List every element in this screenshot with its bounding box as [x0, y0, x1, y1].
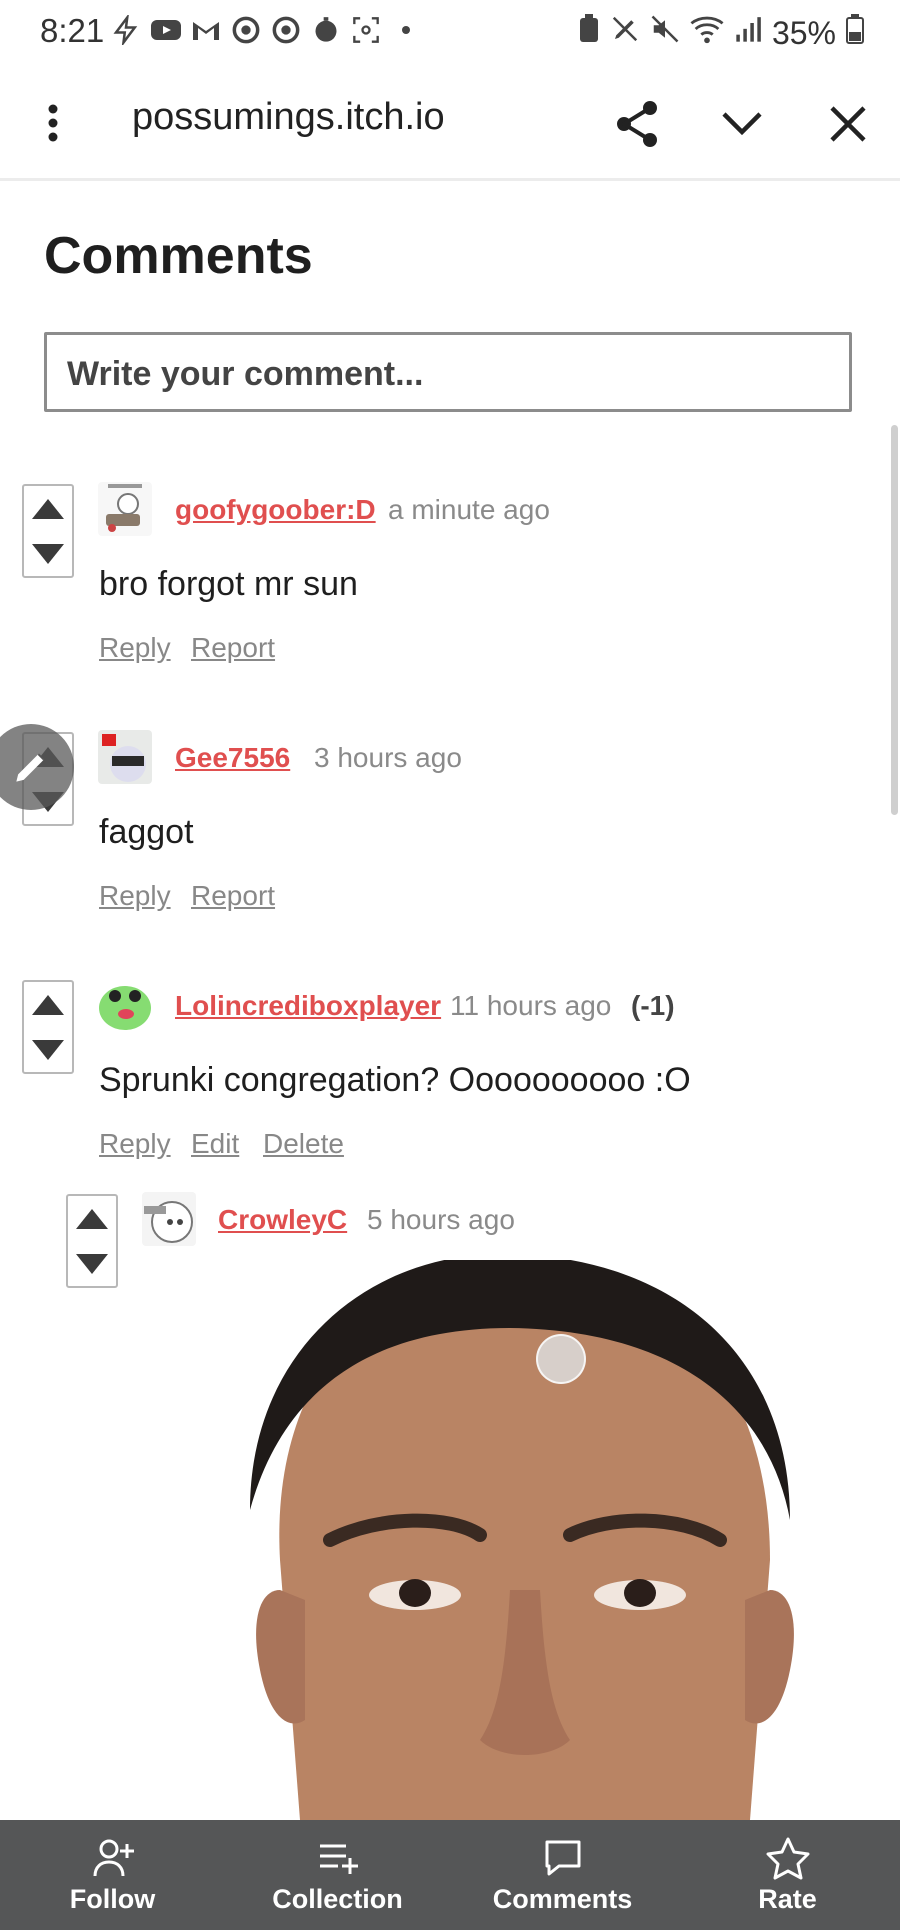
vote-box: [22, 484, 74, 578]
reply-link[interactable]: Reply: [99, 632, 171, 664]
comment-score: (-1): [631, 990, 675, 1021]
pen-icon: [16, 753, 45, 782]
rate-button[interactable]: Rate: [688, 1836, 888, 1915]
comment-time[interactable]: a minute ago: [388, 494, 550, 526]
comment-username[interactable]: goofygoober:D: [175, 494, 376, 526]
mute-icon: [650, 14, 680, 52]
comment-time[interactable]: 5 hours ago: [367, 1204, 515, 1236]
browser-toolbar: possumings.itch.io: [0, 68, 900, 181]
scrollbar[interactable]: [891, 425, 898, 815]
timer-icon: [310, 14, 342, 46]
comments-button[interactable]: Comments: [463, 1836, 663, 1915]
flash-icon: [110, 14, 142, 46]
comment-text: Sprunki congregation? Oooooooooo :O: [99, 1061, 691, 1099]
battery-percent: 35%: [771, 14, 836, 51]
comment-text: bro forgot mr sun: [99, 565, 358, 603]
menu-icon[interactable]: [28, 98, 78, 148]
comments-label: Comments: [492, 1883, 633, 1914]
dot-icon: [390, 14, 422, 46]
downvote-icon[interactable]: [32, 1039, 64, 1060]
gmail-icon: [190, 14, 222, 46]
comment-image: [210, 1260, 830, 1820]
follow-label: Follow: [69, 1883, 156, 1914]
avatar[interactable]: [142, 1192, 196, 1246]
screenshot-icon: [350, 14, 382, 46]
comments-title: Comments: [44, 227, 313, 285]
add-user-icon: [93, 1839, 134, 1876]
youtube-icon: [150, 14, 182, 46]
vote-box: [66, 1194, 118, 1288]
close-icon[interactable]: [818, 94, 878, 154]
downvote-icon[interactable]: [32, 543, 64, 564]
follow-button[interactable]: Follow: [13, 1836, 213, 1915]
star-icon: [766, 1837, 809, 1879]
share-icon[interactable]: [608, 94, 668, 154]
status-bar: 8:21 35%: [0, 0, 900, 68]
status-time: 8:21: [40, 12, 105, 49]
battery-saver-icon: [578, 14, 600, 52]
comment-icon: [545, 1840, 580, 1875]
comment-time[interactable]: 3 hours ago: [314, 742, 462, 774]
chrome-icon: [270, 14, 302, 46]
rate-label: Rate: [758, 1883, 817, 1914]
edit-link[interactable]: Edit: [191, 1128, 239, 1160]
upvote-icon[interactable]: [32, 994, 64, 1015]
collection-button[interactable]: Collection: [238, 1836, 438, 1915]
chrome-icon: [230, 14, 262, 46]
comment-text: faggot: [99, 813, 194, 851]
upvote-icon[interactable]: [76, 1208, 108, 1229]
report-link[interactable]: Report: [191, 632, 275, 664]
url-text[interactable]: possumings.itch.io: [132, 96, 445, 139]
delete-link[interactable]: Delete: [263, 1128, 344, 1160]
upvote-icon[interactable]: [32, 498, 64, 519]
avatar[interactable]: [98, 730, 152, 784]
avatar[interactable]: [98, 482, 152, 536]
comment-input[interactable]: Write your comment...: [44, 332, 852, 412]
battery-icon: [846, 14, 864, 52]
add-to-list-icon: [319, 1844, 358, 1874]
comment-username[interactable]: CrowleyC: [218, 1204, 347, 1236]
reply-link[interactable]: Reply: [99, 1128, 171, 1160]
comment-username[interactable]: Lolincrediboxplayer: [175, 990, 441, 1022]
status-right: 35%: [578, 14, 864, 52]
avatar[interactable]: [98, 978, 152, 1032]
pen-icon: [610, 14, 640, 52]
bottom-nav: Follow Collection Comments Rate: [0, 1820, 900, 1930]
comment-time[interactable]: 11 hours ago: [450, 990, 611, 1022]
vote-box: [22, 980, 74, 1074]
downvote-icon[interactable]: [76, 1253, 108, 1274]
status-left-icons: [110, 14, 422, 46]
report-link[interactable]: Report: [191, 880, 275, 912]
comment-username[interactable]: Gee7556: [175, 742, 290, 774]
wifi-icon: [690, 14, 724, 52]
chevron-down-icon[interactable]: [712, 94, 772, 154]
reply-link[interactable]: Reply: [99, 880, 171, 912]
collection-label: Collection: [272, 1883, 403, 1914]
signal-icon: [734, 15, 762, 52]
comment-input-placeholder: Write your comment...: [67, 355, 424, 393]
touch-indicator: [536, 1334, 586, 1384]
